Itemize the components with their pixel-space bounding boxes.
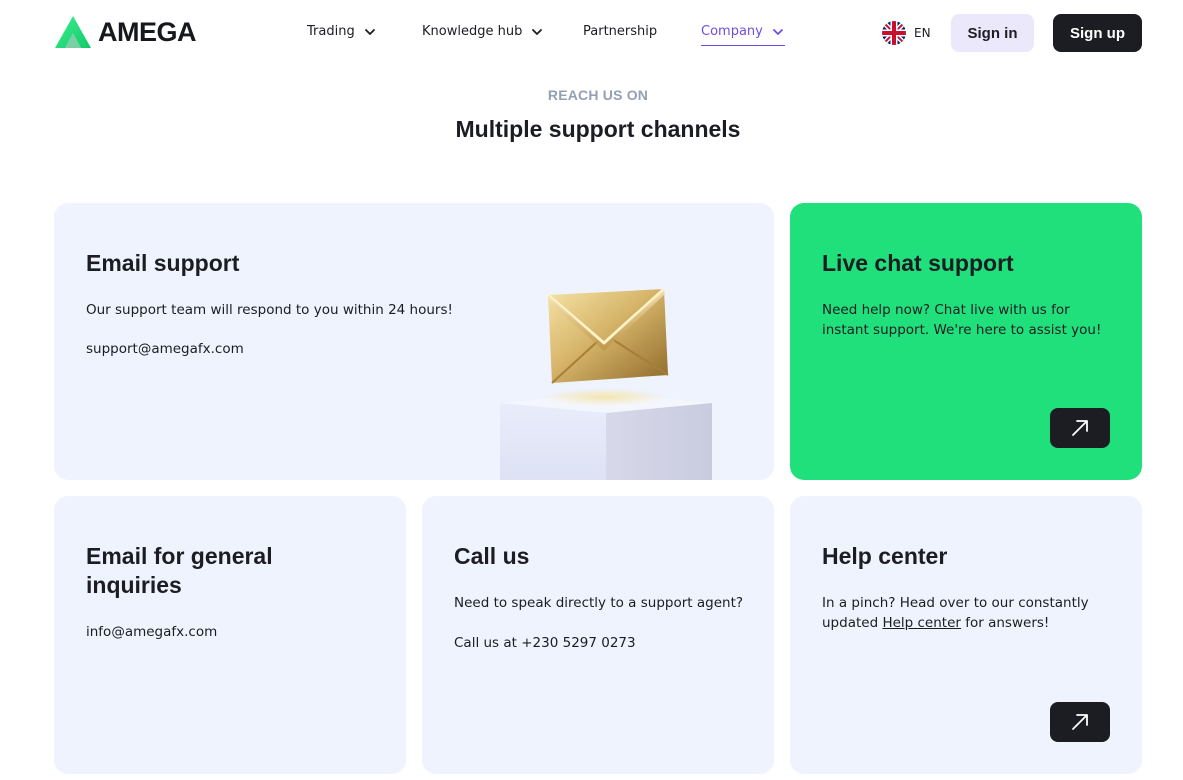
card-text: Need help now? Chat live with us for ins…: [822, 302, 1102, 338]
phone-number-link[interactable]: Call us at +230 5297 0273: [454, 633, 636, 653]
card-title: Email support: [86, 250, 240, 276]
card-title: Call us: [454, 543, 530, 569]
general-email-link[interactable]: info@amegafx.com: [86, 622, 217, 642]
nav-item-label: Knowledge hub: [422, 24, 523, 39]
general-inquiries-card: Email for general inquiries info@amegafx…: [54, 496, 406, 774]
nav-item-label: Partnership: [583, 24, 658, 39]
chevron-down-icon: [364, 29, 375, 35]
card-text: Need to speak directly to a support agen…: [454, 595, 744, 611]
call-us-card: Call us Need to speak directly to a supp…: [422, 496, 774, 774]
nav-item-trading[interactable]: Trading: [307, 22, 377, 42]
section-eyebrow: REACH US ON: [547, 87, 649, 103]
card-title: Help center: [822, 543, 948, 569]
language-code: EN: [914, 26, 931, 40]
nav-item-company[interactable]: Company: [701, 22, 785, 46]
email-support-card: Email support Our support team will resp…: [54, 203, 774, 480]
card-title: Live chat support: [822, 250, 1014, 276]
live-chat-open-button[interactable]: [1050, 408, 1110, 448]
help-center-card[interactable]: Help center In a pinch? Head over to our…: [790, 496, 1142, 774]
chevron-down-icon: [772, 29, 783, 35]
card-title: Email for general inquiries: [86, 543, 273, 598]
section-title: Multiple support channels: [455, 116, 741, 142]
language-selector[interactable]: EN: [882, 21, 931, 45]
nav-item-label: Trading: [307, 24, 355, 39]
arrow-up-right-icon: [1072, 714, 1088, 730]
brand-logo[interactable]: AMEGA: [54, 15, 197, 49]
nav-item-partnership[interactable]: Partnership: [583, 22, 657, 42]
live-chat-card[interactable]: Live chat support Need help now? Chat li…: [790, 203, 1142, 480]
arrow-up-right-icon: [1072, 420, 1088, 436]
nav-item-knowledge-hub[interactable]: Knowledge hub: [422, 22, 544, 42]
card-text: Our support team will respond to you wit…: [86, 302, 453, 318]
uk-flag-icon: [882, 21, 906, 45]
help-text-after: for answers!: [965, 615, 1050, 631]
brand-name: AMEGA: [98, 17, 197, 47]
site-header: AMEGA Trading Knowledge hub Partnership …: [0, 0, 1183, 66]
support-email-link[interactable]: support@amegafx.com: [86, 339, 244, 359]
help-center-open-button[interactable]: [1050, 702, 1110, 742]
card-text: In a pinch? Head over to our constantly …: [822, 593, 1112, 633]
sign-in-button[interactable]: Sign in: [951, 14, 1034, 52]
active-underline: [701, 45, 785, 46]
gold-envelope-icon: [500, 287, 712, 480]
chevron-down-icon: [532, 29, 543, 35]
amega-logo-icon: [55, 16, 91, 48]
sign-up-button[interactable]: Sign up: [1053, 14, 1142, 52]
help-center-link[interactable]: Help center: [882, 615, 961, 631]
nav-item-label: Company: [701, 24, 763, 39]
